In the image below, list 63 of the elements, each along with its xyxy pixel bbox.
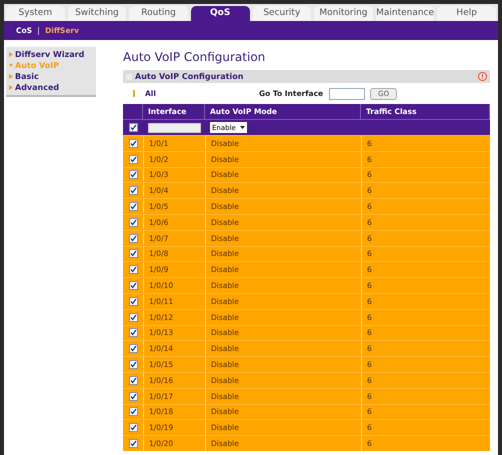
dropdown-arrow-icon (240, 126, 245, 130)
checkmark-icon (130, 408, 136, 416)
checkbox[interactable] (128, 439, 138, 448)
checkbox[interactable] (128, 296, 138, 306)
caret-right-icon (9, 85, 13, 90)
checkmark-icon (130, 329, 136, 336)
checkbox[interactable] (128, 170, 138, 180)
checkbox[interactable] (128, 376, 138, 385)
checkmark-icon (130, 345, 136, 352)
checkmark-icon (130, 171, 136, 178)
sidebar-item[interactable]: Diffserv Wizard (15, 48, 84, 60)
page-title: Auto VoIP Configuration (123, 50, 266, 64)
sidebar-item[interactable]: Advanced (15, 82, 60, 94)
checkbox[interactable] (128, 138, 138, 148)
checkmark-icon (130, 124, 136, 131)
caret-right-icon (9, 52, 13, 57)
checkmark-icon (130, 392, 136, 400)
nav-tab[interactable]: Monitoring (314, 6, 373, 21)
checkbox[interactable] (128, 328, 138, 338)
nav-tab[interactable]: Switching (68, 6, 126, 21)
checkbox[interactable] (128, 218, 138, 227)
checkmark-icon (130, 361, 136, 368)
sidebar-item[interactable]: Basic (15, 70, 39, 82)
checkmark-icon (130, 282, 136, 290)
checkbox[interactable] (128, 360, 138, 370)
help-icon[interactable] (478, 72, 487, 81)
nav-tab[interactable]: Help (437, 6, 496, 21)
checkbox[interactable] (128, 234, 138, 243)
checkbox[interactable] (128, 344, 138, 354)
checkbox[interactable] (128, 312, 138, 322)
checkbox[interactable] (128, 186, 138, 196)
nav-tab[interactable]: Maintenance (376, 6, 434, 21)
caret-down-icon (9, 63, 13, 68)
checkmark-icon (130, 314, 136, 321)
checkmark-icon (130, 187, 136, 194)
checkmark-icon (130, 250, 136, 258)
checkbox[interactable] (128, 281, 138, 290)
interface-field[interactable] (329, 88, 366, 100)
checkmark-icon (130, 234, 136, 242)
checkmark-icon (130, 266, 136, 274)
checkbox[interactable] (128, 249, 138, 258)
checkmark-icon (130, 424, 136, 432)
checkbox[interactable] (128, 407, 138, 416)
checkmark-icon (130, 140, 136, 147)
checkbox[interactable] (128, 423, 138, 432)
checkbox[interactable] (128, 123, 138, 132)
nav-tab[interactable]: Security (252, 6, 312, 21)
checkbox[interactable] (128, 392, 138, 401)
panel-title: Auto VoIP Configuration (135, 70, 244, 82)
interface-filter-field[interactable] (148, 122, 201, 132)
caret-right-icon (9, 74, 13, 79)
checkmark-icon (130, 376, 136, 384)
checkmark-icon (130, 156, 136, 163)
nav-tab[interactable]: Routing (129, 6, 188, 21)
checkmark-icon (130, 218, 136, 226)
checkbox[interactable] (128, 202, 138, 212)
nav-tab[interactable]: System (6, 6, 65, 21)
checkmark-icon (130, 440, 136, 448)
checkmark-icon (130, 298, 136, 305)
checkbox[interactable] (128, 154, 138, 164)
checkbox[interactable] (128, 265, 138, 274)
nav-tab[interactable]: QoS (190, 6, 250, 21)
checkmark-icon (130, 203, 136, 210)
